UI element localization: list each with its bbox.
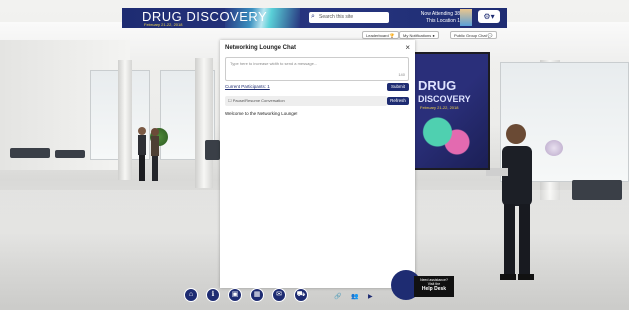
char-counter: 140 [398, 72, 405, 77]
chat-placeholder: Type here to increase width to send a me… [230, 61, 318, 66]
cart-icon[interactable]: ⛟ [294, 288, 308, 302]
refresh-button[interactable]: Refresh [387, 97, 409, 105]
pause-resume-label: ☐ Pause/Resume Conversation [228, 98, 285, 103]
chat-icon: 💬 [487, 33, 493, 38]
attendance-counter: Now Attending 38 This Location 1 [420, 11, 460, 24]
pill-graphic [418, 112, 483, 162]
chat-panel: Networking Lounge Chat × Type here to in… [220, 40, 415, 288]
link-icon[interactable]: 🔗 [334, 293, 341, 300]
bell-icon: ● [432, 33, 435, 38]
video-icon[interactable]: ▶ [368, 293, 373, 300]
public-chat-button[interactable]: Public Group Chat 💬 [450, 31, 497, 39]
person-right [486, 124, 534, 280]
search-input[interactable]: ⌕ Search this site [309, 12, 389, 23]
pillar [118, 60, 132, 180]
chat-message: Welcome to the Networking Lounge! [225, 111, 298, 116]
search-icon: ⌕ [311, 13, 315, 20]
pause-resume-toggle[interactable]: ☐ Pause/Resume Conversation [225, 96, 387, 106]
screen-date: February 21-22, 2018 [420, 105, 459, 110]
gear-icon: ⚙▾ [483, 12, 495, 21]
pillar [195, 58, 213, 188]
notifications-button[interactable]: My Notifications ● [399, 31, 439, 39]
leaderboard-button[interactable]: Leaderboard 🏆 [362, 31, 399, 39]
briefcase-icon[interactable]: ▣ [228, 288, 242, 302]
sofa [10, 148, 50, 158]
chat-message-input[interactable]: Type here to increase width to send a me… [225, 57, 409, 81]
info-icon[interactable]: ℹ [206, 288, 220, 302]
calendar-icon[interactable]: ▦ [250, 288, 264, 302]
sofa [572, 180, 622, 200]
chair [205, 140, 220, 160]
trophy-icon: 🏆 [389, 33, 395, 38]
sofa [55, 150, 85, 158]
settings-button[interactable]: ⚙▾ [478, 10, 500, 23]
chat-bubble-icon[interactable]: ✉ [272, 288, 286, 302]
avatar[interactable] [460, 9, 472, 26]
help-desk-button[interactable]: Need assistance? Visit the Help Desk [414, 276, 454, 297]
participants-link[interactable]: Current Participants: 1 [225, 84, 270, 89]
screen-title: DRUG DISCOVERY [418, 78, 471, 104]
submit-button[interactable]: Submit [387, 83, 409, 91]
people-icon[interactable]: 👥 [351, 293, 358, 300]
close-icon[interactable]: × [405, 43, 410, 52]
home-icon[interactable]: ⌂ [184, 288, 198, 302]
brand-date: February 21-22, 2018 [144, 22, 183, 27]
search-placeholder: Search this site [319, 14, 354, 20]
chat-title: Networking Lounge Chat [225, 45, 296, 51]
person-left [138, 127, 159, 181]
